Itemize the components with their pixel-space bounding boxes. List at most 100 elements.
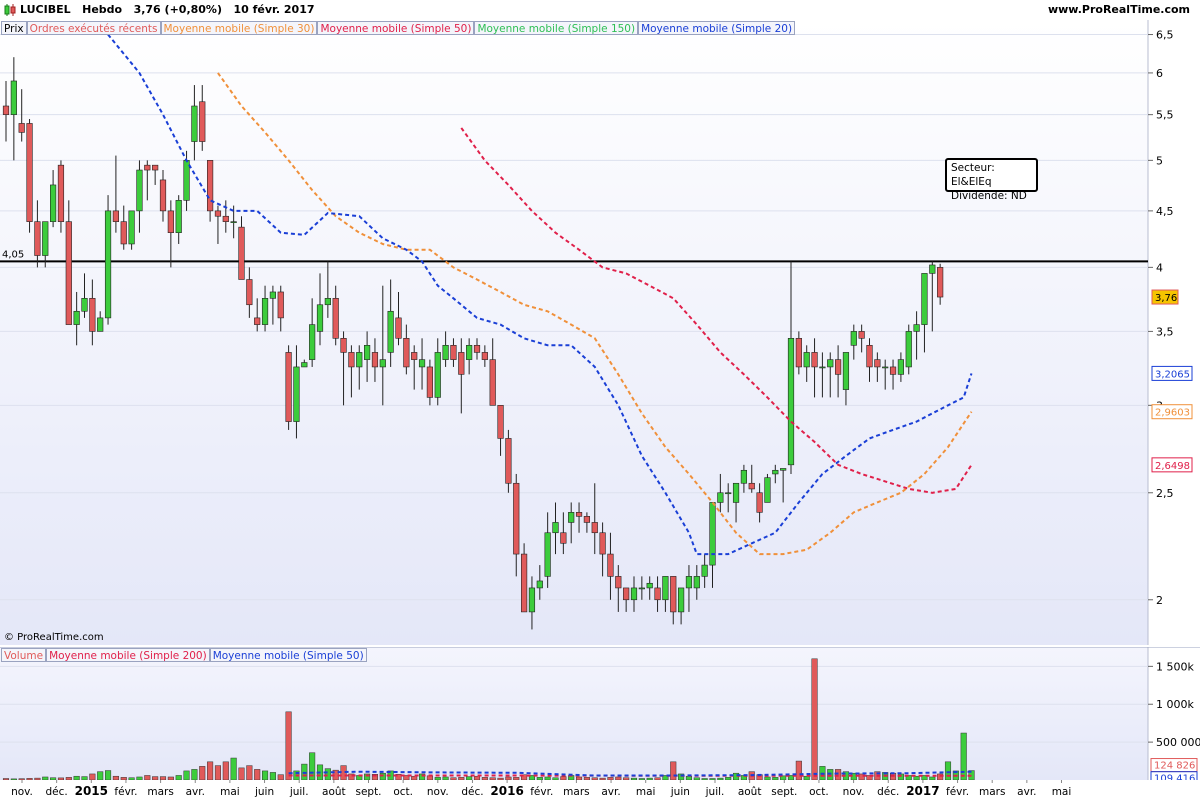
candle-down	[199, 101, 206, 142]
x-tick-label: nov.	[11, 786, 33, 798]
candle-up	[356, 352, 363, 368]
candle-down	[57, 164, 65, 222]
candle-up	[324, 298, 331, 306]
volume-tick-label: 1 000k	[1156, 698, 1194, 711]
resistance-label: 4,05	[2, 249, 24, 260]
candle-up	[528, 587, 536, 613]
x-tick-label: août	[738, 786, 762, 798]
candle-up	[293, 366, 300, 422]
x-tick-label: sept.	[355, 786, 381, 798]
volume-bar	[199, 766, 206, 780]
x-axis: nov. déc. 2015 févr. mars avr. mai juin juil. aoû…	[0, 780, 1200, 800]
price-tick-label: 3,5	[1156, 325, 1174, 338]
price-legend-item[interactable]: Moyenne mobile (Simple 30)	[160, 21, 318, 35]
volume-legend-item[interactable]: Moyenne mobile (Simple 50)	[209, 648, 367, 662]
x-tick-label: févr.	[114, 786, 137, 798]
volume-bar	[214, 765, 221, 780]
site-link[interactable]: www.ProRealTime.com	[1048, 3, 1190, 16]
candle-up	[842, 352, 850, 390]
candle-up	[568, 512, 575, 523]
volume-bar	[324, 768, 331, 780]
candle-down	[167, 210, 174, 233]
candle-up	[905, 331, 912, 368]
price-tick-label: 6,5	[1156, 29, 1174, 42]
candle-down	[144, 164, 151, 171]
price-legend-item[interactable]: Moyenne mobile (Simple 20)	[638, 21, 796, 35]
volume-bar	[670, 761, 677, 780]
volume-legend-item[interactable]: Volume	[1, 648, 47, 662]
candle-up	[191, 105, 198, 142]
x-tick-label: févr.	[946, 786, 969, 798]
volume-bar	[944, 761, 952, 780]
candle-down	[112, 210, 119, 222]
title-bar: LUCIBEL Hebdo 3,76 (+0,80%) 10 févr. 201…	[0, 0, 1200, 21]
volume-chart-panel[interactable]: 1 500k1 000k500 000124 826109 416	[0, 647, 1200, 780]
volume-bar	[262, 770, 269, 780]
candle-up	[434, 352, 441, 398]
candle-down	[120, 221, 127, 245]
candle-up	[772, 469, 779, 475]
volume-legend-item[interactable]: Moyenne mobile (Simple 200)	[46, 648, 210, 662]
price-marker-label: 2,6498	[1155, 461, 1190, 472]
candle-up	[827, 359, 834, 368]
candle-down	[834, 359, 842, 375]
candle-up	[732, 482, 740, 503]
candle-down	[18, 123, 25, 133]
x-tick-label: juil.	[705, 786, 725, 798]
candle-up	[81, 298, 88, 312]
candle-down	[332, 298, 339, 339]
candle-down	[866, 345, 873, 368]
candle-down	[411, 352, 418, 360]
candle-down	[450, 345, 457, 360]
price-legend-item[interactable]: Moyenne mobile (Simple 50)	[317, 21, 475, 35]
x-tick-label: avr.	[601, 786, 620, 798]
candle-up	[128, 210, 135, 245]
x-tick-label: août	[322, 786, 346, 798]
x-tick-label: déc.	[46, 786, 68, 798]
candle-down	[560, 532, 567, 544]
volume-bar	[795, 760, 802, 780]
candle-up	[379, 359, 386, 368]
x-tick-label: 2016	[490, 784, 523, 798]
price-legend-item[interactable]: Moyenne mobile (Simple 150)	[474, 21, 639, 35]
volume-bar	[285, 711, 292, 780]
x-tick-label: 2015	[75, 784, 108, 798]
candle-up	[301, 362, 308, 368]
volume-bar	[246, 765, 253, 780]
candle-up	[780, 468, 787, 471]
volume-bar	[811, 658, 818, 780]
candle-up	[693, 576, 700, 589]
price-legend-item[interactable]: Prix	[1, 21, 27, 35]
price-legend: Prix Ordres exécutés récents Moyenne mobil…	[1, 21, 796, 35]
candle-down	[395, 317, 402, 339]
candle-down	[615, 576, 622, 589]
candle-down	[285, 352, 292, 422]
candle-down	[238, 226, 245, 280]
price-legend-item[interactable]: Ordres exécutés récents	[26, 21, 161, 35]
candle-up	[183, 160, 190, 201]
copyright: © ProRealTime.com	[4, 632, 104, 643]
volume-bar	[379, 772, 386, 780]
candle-up	[819, 366, 826, 369]
candle-up	[709, 502, 716, 566]
candle-down	[889, 366, 897, 375]
candle-up	[418, 359, 426, 368]
x-tick-label: mai	[636, 786, 656, 798]
candle-up	[309, 324, 316, 360]
candle-up	[316, 304, 324, 332]
candle-down	[858, 331, 865, 339]
x-tick-label: sept.	[771, 786, 797, 798]
candle-down	[254, 317, 261, 325]
price-chart-panel[interactable]: 4,05 6,565,554,543,532,523,763,20652,960…	[0, 20, 1200, 645]
candle-up	[803, 352, 810, 368]
candle-up	[73, 310, 80, 325]
candle-up	[104, 210, 112, 319]
price-tick-label: 4,5	[1156, 205, 1174, 218]
candle-up	[787, 338, 795, 466]
x-tick-label: nov.	[843, 786, 865, 798]
candle-up	[49, 184, 57, 222]
candle-down	[513, 482, 520, 555]
candle-down	[458, 352, 465, 375]
candle-up	[136, 169, 143, 212]
price-tick-label: 2,5	[1156, 487, 1174, 500]
